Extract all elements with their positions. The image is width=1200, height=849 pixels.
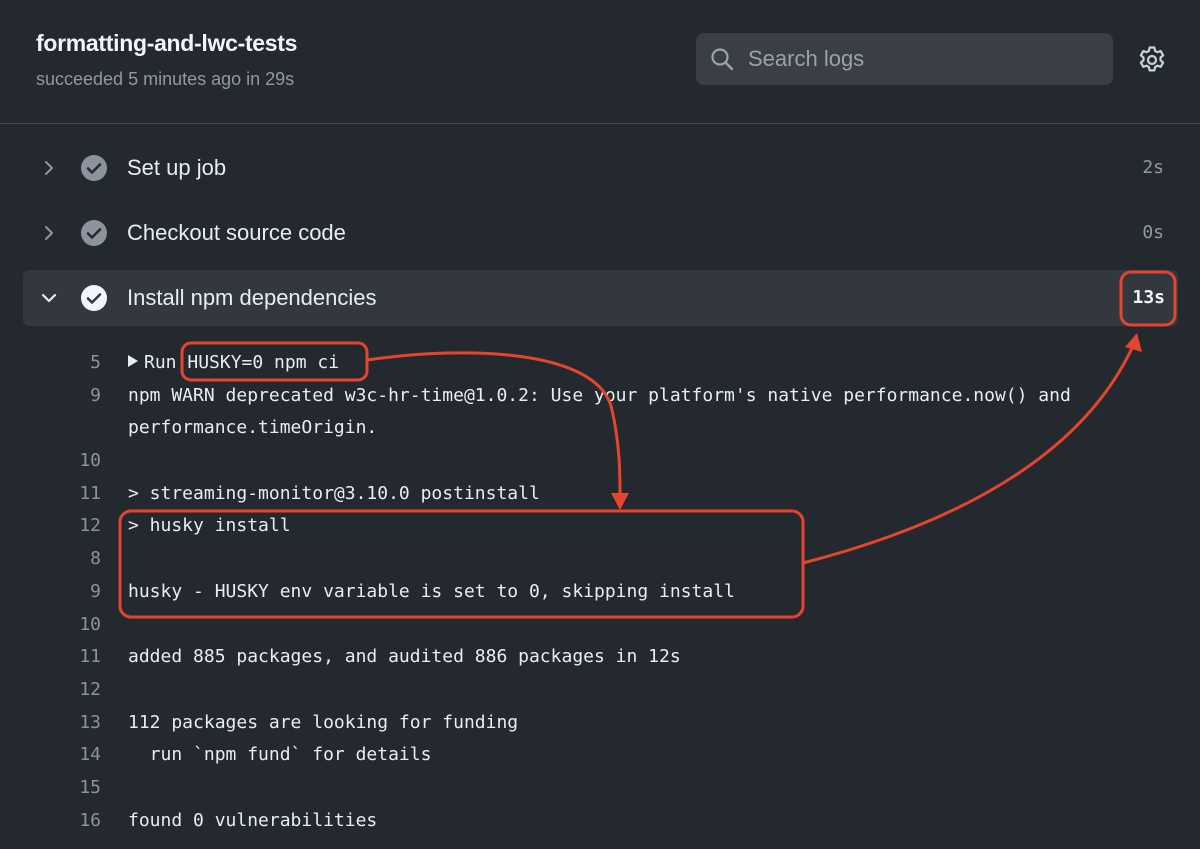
log-text: added 885 packages, and audited 886 pack…	[128, 646, 681, 668]
log-line: 15	[0, 772, 1200, 805]
log-line[interactable]: 5 Run HUSKY=0 npm ci	[0, 347, 1200, 380]
log-line: 9 npm WARN deprecated w3c-hr-time@1.0.2: …	[0, 380, 1200, 413]
line-number[interactable]: 11	[79, 641, 101, 674]
run-label: Run	[144, 352, 177, 373]
line-number[interactable]: 9	[90, 576, 101, 609]
line-number[interactable]: 5	[90, 347, 101, 380]
log-text: > streaming-monitor@3.10.0 postinstall	[128, 482, 540, 504]
line-number[interactable]: 9	[90, 380, 101, 413]
line-number[interactable]: 16	[79, 805, 101, 838]
triangle-right-icon	[128, 355, 138, 367]
log-line: 10	[0, 445, 1200, 478]
log-text: npm WARN deprecated w3c-hr-time@1.0.2: U…	[128, 384, 1071, 406]
chevron-right-icon	[45, 161, 53, 175]
line-number[interactable]: 15	[79, 772, 101, 805]
log-text: > husky install	[128, 515, 291, 537]
check-circle-icon	[81, 285, 107, 311]
line-number[interactable]: 12	[79, 510, 101, 543]
log-line: 10	[0, 609, 1200, 642]
log-text: run `npm fund` for details	[128, 744, 432, 766]
line-number[interactable]: 10	[79, 445, 101, 478]
log-line: 8	[0, 543, 1200, 576]
step-install-npm-dependencies[interactable]: Install npm dependencies 13s	[23, 270, 1178, 326]
log-run-command[interactable]: Run HUSKY=0 npm ci	[128, 347, 339, 380]
log-line: performance.timeOrigin.	[0, 412, 1200, 445]
line-number[interactable]: 11	[79, 478, 101, 511]
check-circle-icon	[81, 155, 107, 181]
log-text: found 0 vulnerabilities	[128, 809, 378, 831]
step-duration: 2s	[1142, 157, 1164, 178]
log-line: 16 found 0 vulnerabilities	[0, 805, 1200, 838]
chevron-down-icon	[41, 293, 57, 303]
log-line: 12 > husky install	[0, 510, 1200, 543]
log-line: 11 > streaming-monitor@3.10.0 postinstall	[0, 478, 1200, 511]
run-command-text: HUSKY=0 npm ci	[187, 352, 340, 373]
log-line: 11 added 885 packages, and audited 886 pa…	[0, 641, 1200, 674]
step-duration: 0s	[1142, 222, 1164, 243]
job-header: formatting-and-lwc-tests succeeded 5 min…	[0, 0, 1200, 124]
step-checkout-source-code[interactable]: Checkout source code 0s	[23, 205, 1178, 261]
step-duration: 13s	[1132, 287, 1165, 308]
line-number[interactable]: 14	[79, 739, 101, 772]
check-circle-icon	[81, 220, 107, 246]
chevron-right-icon	[45, 226, 53, 240]
line-number[interactable]: 12	[79, 674, 101, 707]
line-number[interactable]: 13	[79, 707, 101, 740]
step-name: Set up job	[127, 155, 227, 180]
line-number[interactable]: 10	[79, 609, 101, 642]
log-line: 14 run `npm fund` for details	[0, 739, 1200, 772]
log-text: husky - HUSKY env variable is set to 0, …	[128, 580, 735, 602]
log-text: performance.timeOrigin.	[128, 417, 378, 439]
step-set-up-job[interactable]: Set up job 2s	[23, 140, 1178, 196]
log-line: 12	[0, 674, 1200, 707]
search-icon	[711, 48, 734, 71]
search-logs-input[interactable]	[748, 33, 1098, 85]
job-status-subtitle: succeeded 5 minutes ago in 29s	[36, 69, 295, 89]
log-line: 13 112 packages are looking for funding	[0, 707, 1200, 740]
job-title: formatting-and-lwc-tests	[36, 30, 298, 56]
step-name: Checkout source code	[127, 220, 346, 245]
gear-icon[interactable]	[1136, 44, 1168, 76]
search-logs-box[interactable]	[696, 33, 1113, 85]
line-number[interactable]: 8	[90, 543, 101, 576]
log-line: 9 husky - HUSKY env variable is set to 0,…	[0, 576, 1200, 609]
log-output: 5 Run HUSKY=0 npm ci 9 npm WARN deprecate…	[0, 347, 1200, 837]
log-text: 112 packages are looking for funding	[128, 711, 519, 733]
step-name: Install npm dependencies	[127, 285, 377, 310]
